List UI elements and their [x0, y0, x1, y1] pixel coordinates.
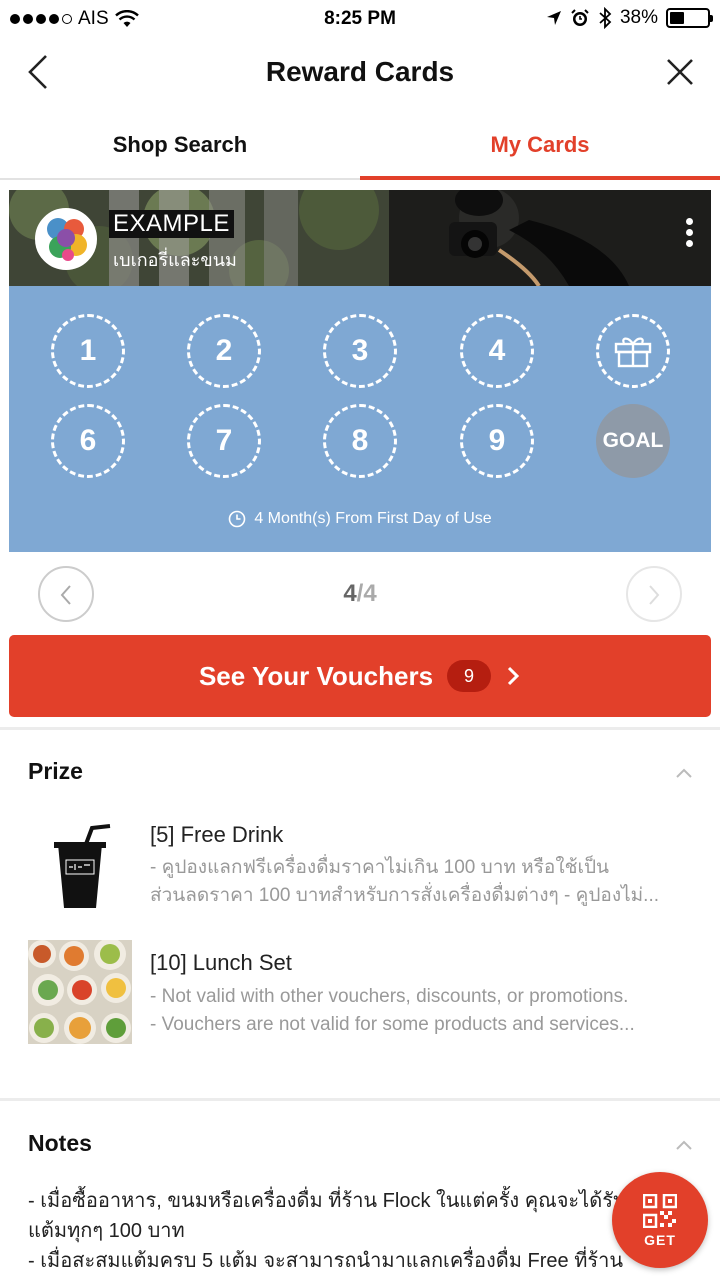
prize-description: - Vouchers are not valid for some produc…	[150, 1014, 635, 1035]
prize-section-title: Prize	[28, 758, 83, 784]
get-label: GET	[644, 1232, 676, 1248]
chevron-up-icon[interactable]	[674, 766, 694, 780]
prize-description: ส่วนลดราคา 100 บาทสำหรับการสั่งเครื่องดื…	[150, 885, 660, 906]
shop-logo	[35, 208, 97, 270]
status-bar: AIS 8:25 PM 38%	[0, 0, 720, 38]
shop-name: EXAMPLE	[109, 210, 234, 238]
prize-name: [5] Free Drink	[150, 822, 284, 847]
status-right: 38%	[546, 7, 713, 29]
page-title: Reward Cards	[265, 56, 455, 87]
battery-percent: 38%	[619, 7, 658, 28]
card-banner: EXAMPLE เบเกอรี่และขนม	[9, 190, 711, 286]
chevron-up-icon[interactable]	[674, 1138, 694, 1152]
prize-item[interactable]: [5] Free Drink - คูปองแลกฟรีเครื่องดื่มร…	[0, 820, 720, 930]
bluetooth-icon	[599, 7, 612, 29]
stamp-slot: 9	[460, 404, 534, 478]
validity-note: 4 Month(s) From First Day of Use	[9, 510, 711, 528]
battery-icon	[666, 8, 713, 28]
notes-section-title: Notes	[28, 1130, 92, 1156]
total-pages: /4	[356, 580, 377, 607]
voucher-count-badge: 9	[447, 660, 492, 692]
notes-line: - เมื่อซื้ออาหาร, ขนมหรือเครื่องดื่ม ที่…	[28, 1190, 626, 1212]
close-icon[interactable]	[660, 52, 700, 92]
prize-item[interactable]: [10] Lunch Set - Not valid with other vo…	[0, 940, 720, 1050]
notes-line: แต้มทุกๆ 100 บาท	[28, 1220, 185, 1242]
chevron-right-icon	[507, 666, 520, 686]
get-card-button[interactable]: GET	[612, 1172, 708, 1268]
section-divider	[0, 727, 720, 730]
stamp-slot: 6	[51, 404, 125, 478]
stamp-slot: 8	[323, 404, 397, 478]
prize-description: - คูปองแลกฟรีเครื่องดื่มราคาไม่เกิน 100 …	[150, 857, 610, 878]
tab-shop-search[interactable]: Shop Search	[0, 112, 360, 178]
current-page: 4	[343, 580, 357, 607]
tab-bar: Shop Search My Cards	[0, 112, 720, 180]
stamp-slot: 1	[51, 314, 125, 388]
card-page-indicator: 4/4	[0, 580, 720, 608]
stamp-slot: 2	[187, 314, 261, 388]
next-card-button[interactable]	[626, 566, 682, 622]
stamp-slot: 3	[323, 314, 397, 388]
prize-description: - Not valid with other vouchers, discoun…	[150, 986, 629, 1007]
gift-icon	[614, 337, 652, 368]
alarm-icon	[571, 9, 589, 26]
clock-icon	[229, 510, 246, 528]
chevron-right-icon	[649, 585, 660, 605]
stamp-slot: 4	[460, 314, 534, 388]
see-vouchers-button[interactable]: See Your Vouchers 9	[9, 635, 711, 717]
validity-text: 4 Month(s) From First Day of Use	[254, 510, 492, 527]
drink-cup-icon	[28, 820, 132, 924]
qr-code-icon	[643, 1194, 677, 1228]
notes-line: - เมื่อสะสมแต้มครบ 5 แต้ม จะสามารถนำมาแล…	[28, 1250, 624, 1272]
stamp-slot: 7	[187, 404, 261, 478]
stamp-reward-slot	[596, 314, 670, 388]
prize-name: [10] Lunch Set	[150, 950, 292, 975]
header: Reward Cards	[0, 38, 720, 110]
more-vertical-icon[interactable]	[681, 218, 697, 258]
shop-category: เบเกอรี่และขนม	[113, 250, 237, 270]
location-arrow-icon	[546, 11, 561, 25]
notes-body: - เมื่อซื้ออาหาร, ขนมหรือเครื่องดื่ม ที่…	[28, 1186, 628, 1276]
reward-card[interactable]: EXAMPLE เบเกอรี่และขนม 1 2 3 4 6 7 8 9 G…	[9, 190, 711, 552]
section-divider	[0, 1098, 720, 1101]
lunch-set-photo	[28, 940, 132, 1044]
tab-my-cards[interactable]: My Cards	[360, 112, 720, 180]
see-vouchers-label: See Your Vouchers	[198, 660, 434, 691]
goal-slot: GOAL	[596, 404, 670, 478]
